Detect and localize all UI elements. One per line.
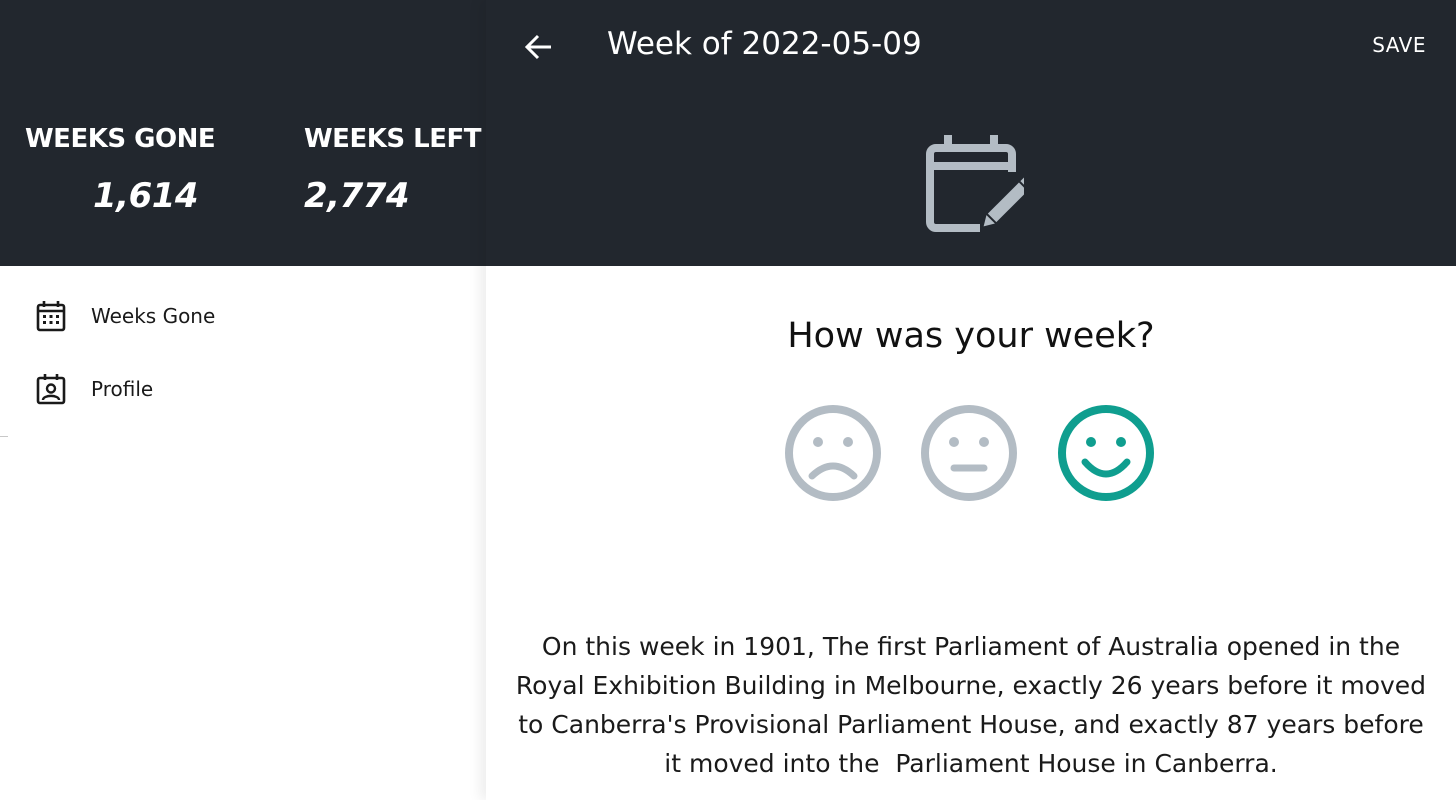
week-detail-panel: Week of 2022-05-09 SAVE How was your wee… [486,0,1456,800]
weeks-gone-stat: WEEKS GONE 1,614 [25,124,216,216]
sad-face-icon[interactable] [784,404,882,502]
contact-card-icon [36,373,66,405]
weeks-gone-label: WEEKS GONE [25,124,216,154]
weeks-left-label: WEEKS LEFT [304,124,481,154]
sidebar-item-label: Profile [91,377,154,401]
happy-face-icon[interactable] [1057,404,1155,502]
sidebar-item-profile[interactable]: Profile [0,355,486,423]
divider [0,436,8,437]
mood-selector [784,404,1158,502]
save-button[interactable]: SAVE [1372,33,1426,57]
neutral-face-icon[interactable] [920,404,1018,502]
back-arrow-icon[interactable] [522,30,556,64]
weeks-left-stat: WEEKS LEFT 2,774 [304,124,481,216]
sidebar-item-label: Weeks Gone [91,304,216,328]
weeks-gone-value: 1,614 [93,176,199,216]
weeks-left-value: 2,774 [304,176,410,216]
sidebar: WEEKS GONE 1,614 WEEKS LEFT 2,774 Weeks … [0,0,486,800]
calendar-edit-icon [924,132,1034,236]
on-this-week-fact: On this week in 1901, The first Parliame… [515,632,1435,778]
stats-panel: WEEKS GONE 1,614 WEEKS LEFT 2,774 [0,0,486,266]
app-window: WEEKS GONE 1,614 WEEKS LEFT 2,774 Weeks … [0,0,1456,800]
calendar-icon [36,300,66,332]
sidebar-item-weeks-gone[interactable]: Weeks Gone [0,282,486,350]
page-title: Week of 2022-05-09 [607,26,922,62]
mood-question: How was your week? [787,316,1155,356]
app-bar: Week of 2022-05-09 SAVE [486,0,1456,266]
sidebar-nav: Weeks Gone Profile [0,282,486,423]
